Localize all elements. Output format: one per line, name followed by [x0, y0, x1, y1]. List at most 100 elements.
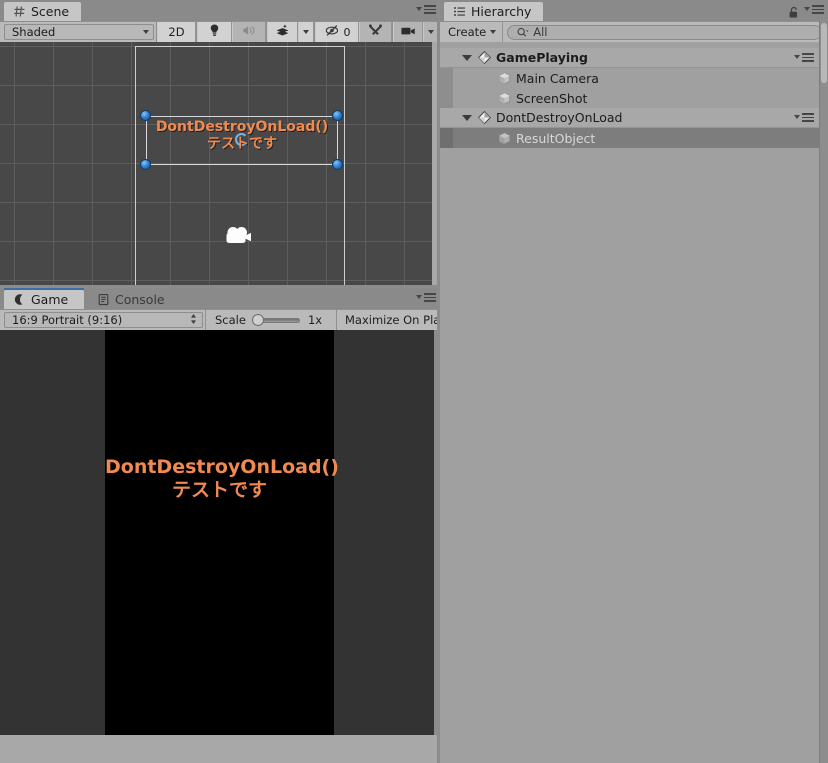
- tab-console-label: Console: [115, 292, 165, 307]
- scene-audio-toggle[interactable]: [232, 22, 266, 42]
- scene-effects-button[interactable]: [267, 22, 299, 42]
- chevron-down-icon: [428, 30, 434, 34]
- game-toolbar: 16:9 Portrait (9:16) Scale 1x: [0, 309, 440, 330]
- hierarchy-row-menu[interactable]: [794, 113, 814, 122]
- create-button-label: Create: [448, 25, 486, 39]
- fx-layers-icon: [275, 23, 290, 41]
- pane-options-icon: [424, 5, 436, 14]
- scene-effects-dropdown[interactable]: [298, 22, 314, 42]
- scene-object-label-line2: テストです: [146, 137, 338, 153]
- create-button[interactable]: Create: [440, 22, 503, 42]
- movie-camera-gizmo-icon[interactable]: [222, 224, 256, 252]
- hierarchy-row-main-camera[interactable]: Main Camera: [440, 68, 819, 88]
- scrollbar-thumb[interactable]: [821, 23, 827, 83]
- scene-tabstrip: Scene: [0, 0, 440, 21]
- game-aspect-dropdown[interactable]: 16:9 Portrait (9:16): [0, 310, 205, 330]
- scene-panel: Scene Shaded 2D: [0, 0, 440, 288]
- twisty-expanded-icon[interactable]: [462, 115, 472, 121]
- hierarchy-row-dontdestroyonload[interactable]: DontDestroyOnLoad: [440, 108, 819, 128]
- twisty-expanded-icon[interactable]: [462, 55, 472, 61]
- game-aspect-label: 16:9 Portrait (9:16): [12, 313, 122, 327]
- cube-gameobject-icon: [497, 71, 512, 86]
- eye-slash-icon: [324, 23, 341, 41]
- hierarchy-row-screenshot[interactable]: ScreenShot: [440, 88, 819, 108]
- game-panel: Game Console 16:9 Portrait (9: [0, 288, 440, 763]
- canvas-bound-left: [135, 46, 136, 288]
- scene-2d-label: 2D: [168, 25, 184, 39]
- hierarchy-tabstrip: Hierarchy: [440, 0, 828, 21]
- game-moon-icon: [13, 293, 26, 306]
- scene-draw-mode-label: Shaded: [12, 25, 55, 39]
- scene-draw-mode-dropdown[interactable]: Shaded: [0, 22, 156, 42]
- hierarchy-panel: Hierarchy Create: [440, 0, 828, 763]
- scene-2d-toggle[interactable]: 2D: [157, 22, 196, 42]
- hierarchy-list-icon: [453, 5, 466, 18]
- hierarchy-row-label: ScreenShot: [516, 91, 587, 106]
- scene-camera-button[interactable]: [393, 22, 423, 42]
- tab-console[interactable]: Console: [88, 290, 177, 309]
- cube-gameobject-icon: [497, 91, 512, 106]
- chevron-down-icon: [490, 30, 496, 34]
- scene-lighting-toggle[interactable]: [197, 22, 231, 42]
- hierarchy-tree[interactable]: GamePlaying Main Camera: [440, 48, 819, 763]
- hierarchy-row-label: DontDestroyOnLoad: [496, 110, 622, 125]
- hierarchy-row-label: Main Camera: [516, 71, 599, 86]
- game-tabstrip: Game Console: [0, 288, 440, 309]
- game-viewport[interactable]: DontDestroyOnLoad() テストです: [0, 330, 437, 735]
- lightbulb-icon: [207, 23, 222, 41]
- hierarchy-scrollbar[interactable]: [819, 21, 828, 763]
- search-input[interactable]: All: [507, 25, 822, 40]
- game-text-line1: DontDestroyOnLoad(): [105, 457, 334, 478]
- tools-cross-icon: [368, 23, 383, 41]
- pane-options-icon: [424, 293, 436, 302]
- game-maximize-on-play-label: Maximize On Play: [345, 313, 440, 327]
- game-scale-slider[interactable]: [254, 318, 300, 323]
- slider-knob[interactable]: [252, 314, 264, 326]
- movie-camera-icon: [400, 24, 417, 41]
- updown-arrows-icon: [189, 312, 198, 329]
- hierarchy-row-label: GamePlaying: [496, 50, 588, 65]
- chevron-down-icon: [804, 7, 810, 11]
- tab-hierarchy[interactable]: Hierarchy: [444, 2, 543, 21]
- scene-hidden-objects-count: 0: [344, 26, 351, 39]
- scene-viewport[interactable]: DontDestroyOnLoad() テストです: [0, 42, 432, 288]
- hierarchy-row-label: ResultObject: [516, 131, 595, 146]
- editor-window: Scene Shaded 2D: [0, 0, 828, 763]
- scene-object-label-line1: DontDestroyOnLoad(): [146, 120, 338, 136]
- game-scale-label: Scale: [215, 313, 246, 327]
- rect-handle-bottom-right[interactable]: [332, 159, 343, 170]
- search-icon: [516, 27, 530, 38]
- canvas-bound-right: [344, 46, 345, 288]
- cube-gameobject-icon: [497, 131, 512, 146]
- unity-scene-icon: [477, 110, 492, 125]
- horizontal-splitter[interactable]: [0, 285, 437, 288]
- rect-handle-bottom-left[interactable]: [140, 159, 151, 170]
- hierarchy-row-resultobject[interactable]: ResultObject: [440, 128, 819, 148]
- chevron-down-icon: [416, 295, 422, 299]
- tab-game[interactable]: Game: [4, 290, 84, 309]
- tab-hierarchy-label: Hierarchy: [471, 4, 531, 19]
- canvas-bound-top: [135, 46, 345, 47]
- game-pane-menu[interactable]: [416, 293, 436, 302]
- unity-scene-icon: [477, 50, 492, 65]
- scene-pane-menu[interactable]: [416, 5, 436, 14]
- scene-tools-button[interactable]: [359, 22, 392, 42]
- hierarchy-pane-menu[interactable]: [804, 5, 824, 14]
- game-scale-control[interactable]: Scale 1x: [206, 310, 336, 330]
- game-maximize-on-play-toggle[interactable]: Maximize On Play: [337, 310, 440, 330]
- speaker-icon: [241, 23, 256, 41]
- hierarchy-toolbar: Create All: [440, 21, 828, 42]
- tab-game-label: Game: [31, 292, 68, 307]
- scene-toolbar: Shaded 2D: [0, 21, 440, 42]
- hierarchy-row-gameplaying[interactable]: GamePlaying: [440, 48, 819, 68]
- tab-scene[interactable]: Scene: [4, 2, 81, 21]
- tab-scene-label: Scene: [31, 4, 69, 19]
- chevron-down-icon: [416, 7, 422, 11]
- pane-options-icon: [812, 5, 824, 14]
- chevron-down-icon: [143, 30, 149, 34]
- hierarchy-row-menu[interactable]: [794, 53, 814, 62]
- game-text-line2: テストです: [105, 480, 334, 501]
- search-input-value: All: [533, 25, 547, 39]
- scene-hidden-objects-button[interactable]: 0: [315, 22, 358, 42]
- game-scale-value: 1x: [308, 313, 322, 327]
